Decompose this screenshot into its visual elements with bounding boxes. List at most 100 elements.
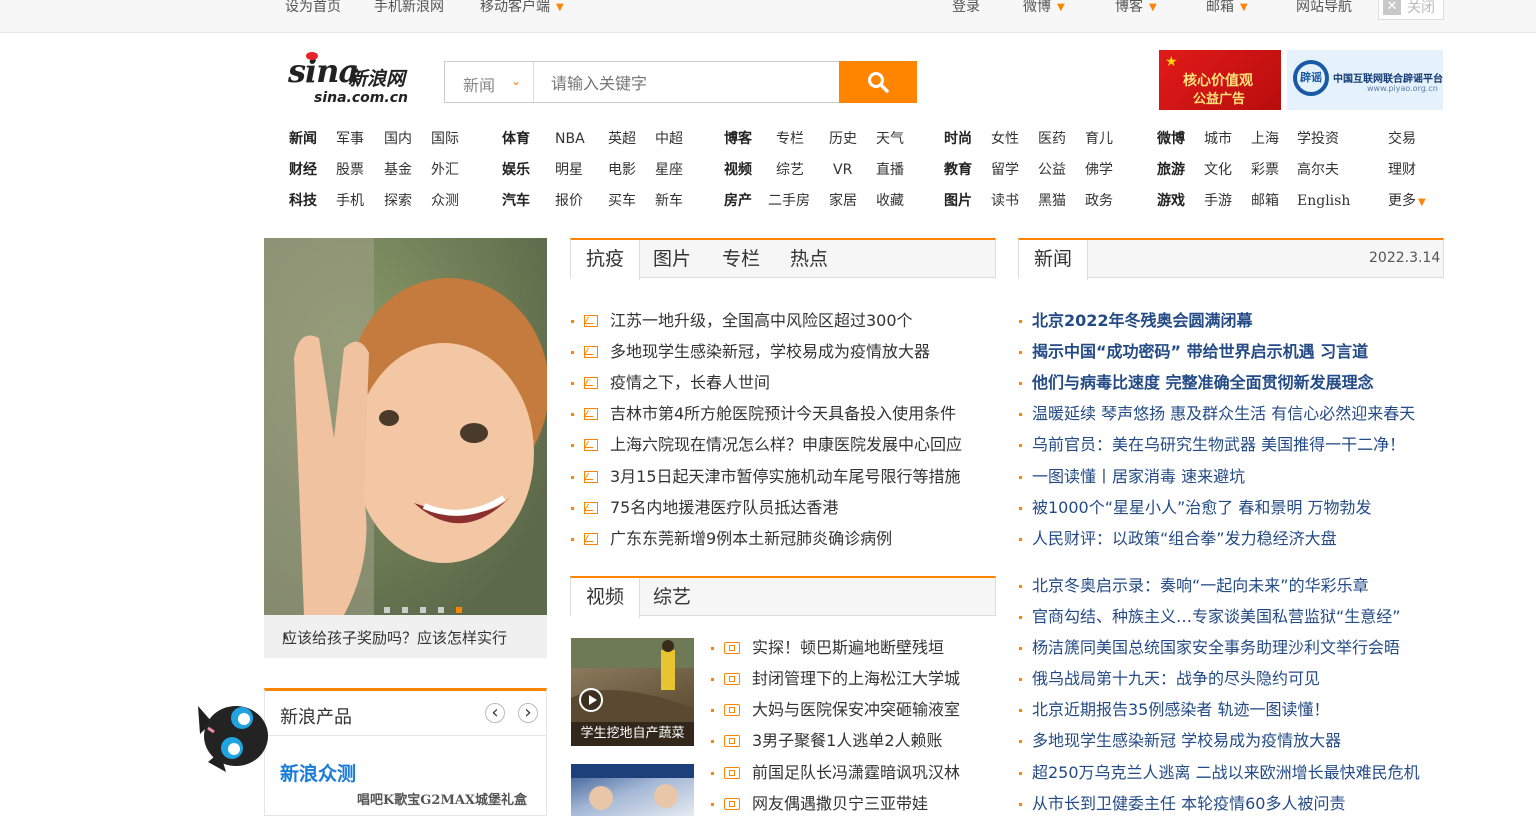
headline-item[interactable]: 他们与病毒比速度 完整准确全面贯彻新发展理念	[1019, 373, 1374, 393]
nav-link[interactable]: 探索	[384, 192, 412, 210]
nav-link[interactable]: 手游	[1204, 192, 1232, 210]
sina-logo[interactable]: sina 新浪网 sina.com.cn	[288, 50, 428, 110]
nav-link[interactable]: 新闻	[289, 130, 317, 148]
nav-link[interactable]: 图片	[944, 192, 972, 210]
nav-link[interactable]: 专栏	[776, 130, 804, 148]
nav-link[interactable]: 女性	[991, 130, 1019, 148]
nav-link[interactable]: 科技	[289, 192, 317, 210]
news-item[interactable]: 从市长到卫健委主任 本轮疫情60多人被问责	[1019, 794, 1345, 814]
piyao-ad[interactable]: 辟谣 中国互联网联合辟谣平台 www.piyao.org.cn	[1287, 50, 1443, 110]
nav-link[interactable]: 邮箱	[1251, 192, 1279, 210]
blog-menu[interactable]: 博客 ▼	[1115, 0, 1157, 18]
carousel-dot[interactable]	[384, 607, 390, 613]
nav-link[interactable]: English	[1297, 192, 1350, 210]
nav-link[interactable]: 二手房	[768, 192, 810, 210]
video-item[interactable]: 实探！顿巴斯遍地断壁残垣	[711, 638, 944, 658]
tab-columns[interactable]: 专栏	[722, 240, 760, 280]
nav-link[interactable]: 手机	[336, 192, 364, 210]
news-item[interactable]: 吉林市第4所方舱医院预计今天具备投入使用条件	[571, 404, 956, 424]
nav-link[interactable]: 理财	[1388, 161, 1416, 179]
nav-link[interactable]: 英超	[608, 130, 636, 148]
tab-video[interactable]: 视频	[571, 578, 640, 618]
news-item[interactable]: 多地现学生感染新冠 学校易成为疫情放大器	[1019, 731, 1341, 751]
nav-link[interactable]: 游戏	[1157, 192, 1185, 210]
nav-link[interactable]: NBA	[555, 130, 585, 148]
news-item[interactable]: 杨洁篪同美国总统国家安全事务助理沙利文举行会晤	[1019, 638, 1400, 658]
nav-link[interactable]: 汽车	[502, 192, 530, 210]
news-item[interactable]: 多地现学生感染新冠，学校易成为疫情放大器	[571, 342, 930, 362]
nav-link[interactable]: 高尔夫	[1297, 161, 1339, 179]
nav-link[interactable]: 国内	[384, 130, 412, 148]
tab-epidemic[interactable]: 抗疫	[571, 240, 640, 280]
mobile-sina-link[interactable]: 手机新浪网	[374, 0, 444, 16]
nav-link[interactable]: 医药	[1038, 130, 1066, 148]
nav-link[interactable]: 军事	[336, 130, 364, 148]
news-item[interactable]: 75名内地援港医疗队员抵达香港	[571, 498, 838, 518]
photo-carousel[interactable]: ‹ 应该给孩子奖励吗？应该怎样实行 ›	[264, 238, 547, 658]
nav-link[interactable]: 文化	[1204, 161, 1232, 179]
nav-link[interactable]: 读书	[991, 192, 1019, 210]
news-item[interactable]: 官商勾结、种族主义…专家谈美国私营监狱“生意经”	[1019, 607, 1401, 627]
nav-link[interactable]: 买车	[608, 192, 636, 210]
nav-link[interactable]: 学投资	[1297, 130, 1339, 148]
news-item[interactable]: 上海六院现在情况怎么样？申康医院发展中心回应	[571, 435, 962, 455]
login-link[interactable]: 登录	[952, 0, 980, 16]
search-input[interactable]	[549, 71, 823, 95]
search-category-select[interactable]: 新闻 ⌄	[445, 62, 534, 102]
nav-link[interactable]: 体育	[502, 130, 530, 148]
news-item[interactable]: 被1000个“星星小人”治愈了 春和景明 万物勃发	[1019, 498, 1371, 518]
carousel-caption[interactable]: 应该给孩子奖励吗？应该怎样实行	[282, 627, 507, 648]
news-item[interactable]: 乌前官员：美在乌研究生物武器 美国推得一干二净！	[1019, 435, 1405, 455]
carousel-dot[interactable]	[402, 607, 408, 613]
news-item[interactable]: 北京近期报告35例感染者 轨迹一图读懂！	[1019, 700, 1329, 720]
product-name[interactable]: 新浪众测	[280, 759, 356, 786]
chevron-right-icon[interactable]: ›	[518, 703, 538, 723]
weibo-menu[interactable]: 微博 ▼	[1023, 0, 1065, 18]
mobile-client-menu[interactable]: 移动客户端 ▼	[480, 0, 564, 18]
nav-link[interactable]: 中超	[655, 130, 683, 148]
nav-link[interactable]: 公益	[1038, 161, 1066, 179]
tab-variety[interactable]: 综艺	[653, 578, 691, 618]
nav-link[interactable]: 报价	[555, 192, 583, 210]
video-thumbnail[interactable]	[571, 764, 694, 816]
news-item[interactable]: 人民财评：以政策“组合拳”发力稳经济大盘	[1019, 529, 1337, 549]
news-item[interactable]: 3月15日起天津市暂停实施机动车尾号限行等措施	[571, 467, 961, 487]
news-item[interactable]: 江苏一地升级，全国高中风险区超过300个	[571, 311, 913, 331]
nav-more-menu[interactable]: 更多 ▼	[1388, 192, 1426, 212]
nav-link[interactable]: 留学	[991, 161, 1019, 179]
carousel-dot[interactable]	[438, 607, 444, 613]
nav-link[interactable]: 收藏	[876, 192, 904, 210]
set-homepage-link[interactable]: 设为首页	[285, 0, 341, 16]
nav-link[interactable]: 娱乐	[502, 161, 530, 179]
headline-item[interactable]: 北京2022年冬残奥会圆满闭幕	[1019, 311, 1253, 331]
nav-link[interactable]: 直播	[876, 161, 904, 179]
nav-link[interactable]: 育儿	[1085, 130, 1113, 148]
nav-link[interactable]: 房产	[724, 192, 752, 210]
nav-link[interactable]: 综艺	[776, 161, 804, 179]
nav-link[interactable]: 天气	[876, 130, 904, 148]
video-item[interactable]: 大妈与医院保安冲突砸输液室	[711, 700, 960, 720]
close-button[interactable]: ✕ 关闭	[1378, 0, 1444, 20]
play-icon[interactable]	[579, 688, 603, 712]
nav-link[interactable]: 政务	[1085, 192, 1113, 210]
search-button[interactable]	[839, 61, 917, 103]
video-item[interactable]: 前国足队长冯潇霆暗讽巩汉林	[711, 763, 960, 783]
nav-link[interactable]: VR	[833, 161, 852, 179]
mail-menu[interactable]: 邮箱 ▼	[1206, 0, 1248, 18]
tab-news[interactable]: 新闻	[1019, 240, 1088, 280]
video-item[interactable]: 封闭管理下的上海松江大学城	[711, 669, 960, 689]
nav-link[interactable]: 彩票	[1251, 161, 1279, 179]
nav-link[interactable]: 财经	[289, 161, 317, 179]
news-item[interactable]: 俄乌战局第十九天：战争的尽头隐约可见	[1019, 669, 1320, 689]
nav-link[interactable]: 历史	[829, 130, 857, 148]
nav-link[interactable]: 明星	[555, 161, 583, 179]
nav-link[interactable]: 上海	[1251, 130, 1279, 148]
nav-link[interactable]: 电影	[608, 161, 636, 179]
nav-link[interactable]: 博客	[724, 130, 752, 148]
news-item[interactable]: 北京冬奥启示录：奏响“一起向未来”的华彩乐章	[1019, 576, 1369, 596]
news-item[interactable]: 一图读懂丨居家消毒 速来避坑	[1019, 467, 1245, 487]
nav-link[interactable]: 股票	[336, 161, 364, 179]
nav-link[interactable]: 旅游	[1157, 161, 1185, 179]
nav-link[interactable]: 视频	[724, 161, 752, 179]
nav-link[interactable]: 新车	[655, 192, 683, 210]
